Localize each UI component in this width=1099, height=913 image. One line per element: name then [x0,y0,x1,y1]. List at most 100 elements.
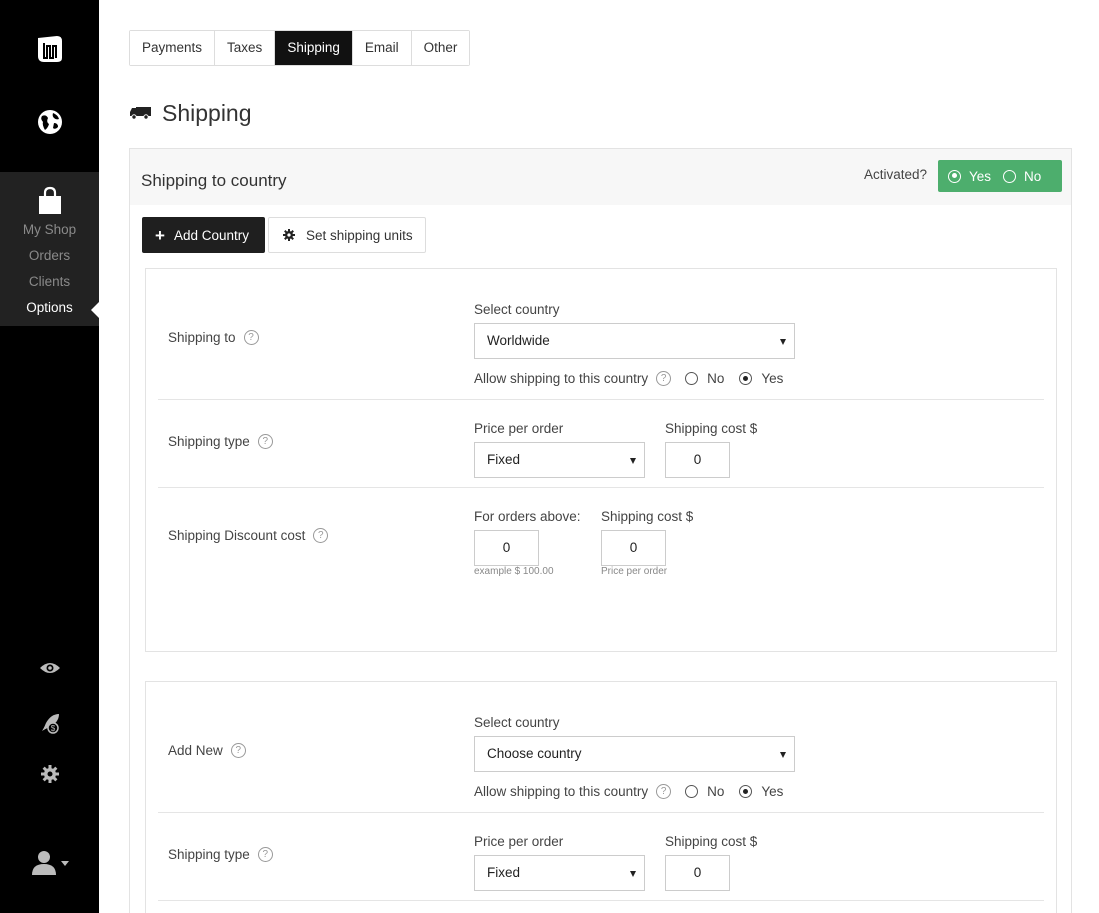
shipping-type-label: Shipping type ? [168,847,273,862]
plus-icon: + [155,225,165,245]
add-country-label: Add Country [173,227,249,243]
activated-yes-option[interactable]: Yes [948,169,991,184]
discount-cost-label: Shipping Discount cost ? [168,528,329,543]
allow-shipping-group: Allow shipping to this country ? No Yes [474,371,783,386]
price-type-value: Fixed [487,865,521,880]
user-menu[interactable] [0,850,99,876]
set-shipping-units-label: Set shipping units [306,227,413,243]
shipping-type-label: Shipping type ? [168,434,273,449]
country-select[interactable]: Choose country [474,736,795,772]
row-divider [158,399,1044,400]
country-card-worldwide: Shipping to ? Select country Worldwide A… [145,268,1057,652]
allow-yes-label: Yes [761,371,784,386]
row-divider [158,487,1044,488]
page-header: Shipping [130,100,252,127]
allow-yes-radio[interactable] [739,372,753,385]
tab-payments[interactable]: Payments [130,31,216,65]
active-indicator [91,302,99,318]
help-icon[interactable]: ? [656,371,672,386]
radio-on-icon [948,169,961,183]
gear-icon [283,229,295,241]
select-country-label: Select country [474,302,560,317]
gear-icon[interactable] [0,765,99,783]
shop-section: My Shop Orders Clients Options [0,172,99,326]
panel-header: Shipping to country Activated? Yes No [130,149,1071,205]
row-divider [158,812,1044,813]
allow-no-radio[interactable] [685,372,699,385]
set-shipping-units-button[interactable]: Set shipping units [268,217,426,253]
tab-taxes[interactable]: Taxes [215,31,276,65]
svg-text:$: $ [50,724,55,733]
tab-other[interactable]: Other [411,31,470,65]
tab-shipping[interactable]: Shipping [275,31,353,65]
activated-label: Activated? [864,167,928,182]
price-type-value: Fixed [487,452,521,467]
price-per-order-label: Price per order [474,834,564,849]
shipping-type-text: Shipping type [168,847,250,862]
activated-yes-label: Yes [969,168,992,184]
allow-shipping-label: Allow shipping to this country [474,784,649,799]
dropdown-caret-icon [780,752,786,758]
activated-no-label: No [1024,168,1042,184]
help-icon[interactable]: ? [656,784,672,799]
add-new-label: Add New ? [168,743,246,758]
settings-tabs: Payments Taxes Shipping Email Other [129,30,471,66]
orders-above-label: For orders above: [474,509,581,524]
price-type-select[interactable]: Fixed [474,855,645,891]
help-icon[interactable]: ? [257,847,273,862]
allow-no-radio[interactable] [685,785,699,798]
allow-shipping-group: Allow shipping to this country ? No Yes [474,784,783,799]
country-select-value: Choose country [487,746,582,761]
shipping-type-text: Shipping type [168,434,250,449]
add-new-text: Add New [168,743,223,758]
sidebar-item-options[interactable]: Options [0,300,99,315]
truck-icon [130,104,152,123]
discount-cost-text: Shipping Discount cost [168,528,306,543]
radio-off-icon [1003,169,1017,183]
allow-no-label: No [707,371,725,386]
logo-icon[interactable] [0,34,99,64]
shipping-to-label: Shipping to ? [168,330,259,345]
page-title: Shipping [162,100,252,126]
sidebar-item-my-shop[interactable]: My Shop [0,222,99,237]
sidebar: My Shop Orders Clients Options $ [0,0,99,913]
shipping-cost-label: Shipping cost $ [665,421,758,436]
country-card-add-new: Add New ? Select country Choose country … [145,681,1057,913]
panel-title: Shipping to country [141,171,287,190]
country-select[interactable]: Worldwide [474,323,795,359]
country-select-value: Worldwide [487,333,550,348]
rocket-icon[interactable]: $ [0,711,99,735]
orders-above-input[interactable]: 0 [474,530,539,566]
activated-toggle: Yes No [938,160,1062,192]
shipping-cost-input[interactable]: 0 [665,855,730,891]
shipping-to-text: Shipping to [168,330,236,345]
discount-shipping-cost-input[interactable]: 0 [601,530,666,566]
tab-email[interactable]: Email [352,31,412,65]
price-per-order-label: Price per order [474,421,564,436]
help-icon[interactable]: ? [257,434,273,449]
eye-icon[interactable] [0,658,99,678]
add-country-button[interactable]: + Add Country [142,217,265,253]
row-divider [158,900,1044,901]
help-icon[interactable]: ? [243,330,259,345]
help-icon[interactable]: ? [230,743,246,758]
allow-yes-label: Yes [761,784,784,799]
price-type-select[interactable]: Fixed [474,442,645,478]
sidebar-item-clients[interactable]: Clients [0,274,99,289]
sidebar-item-orders[interactable]: Orders [0,248,99,263]
select-country-label: Select country [474,715,560,730]
discount-shipping-cost-hint: Price per order [601,566,668,577]
globe-icon[interactable] [0,108,99,136]
shipping-cost-input[interactable]: 0 [665,442,730,478]
shipping-cost-label: Shipping cost $ [665,834,758,849]
shopping-bag-icon[interactable] [0,186,99,216]
allow-no-label: No [707,784,725,799]
orders-above-hint: example $ 100.00 [474,566,554,577]
shipping-panel: Shipping to country Activated? Yes No + … [129,148,1072,913]
allow-shipping-label: Allow shipping to this country [474,371,649,386]
dropdown-caret-icon [630,871,636,877]
activated-no-option[interactable]: No [1003,169,1041,184]
help-icon[interactable]: ? [313,528,329,543]
dropdown-caret-icon [780,339,786,345]
allow-yes-radio[interactable] [739,785,753,798]
